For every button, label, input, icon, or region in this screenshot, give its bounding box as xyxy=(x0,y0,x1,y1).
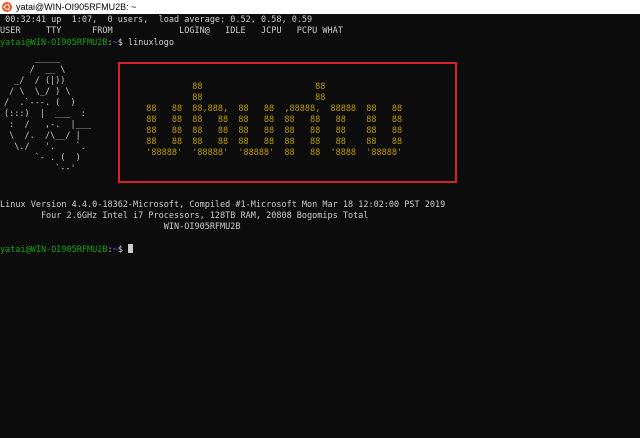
logo-art-line: 88 88 88 88 88 88 88 88 88 88 88 xyxy=(136,137,403,147)
penguin-art-line: / \ \_/ ) \ xyxy=(4,87,71,97)
w-header-line: USER TTY FROM LOGIN@ IDLE JCPU PCPU WHAT xyxy=(0,26,343,36)
prompt-symbol: $ xyxy=(117,245,123,255)
ubuntu-icon xyxy=(2,2,12,12)
uptime-line: 00:32:41 up 1:07, 0 users, load average:… xyxy=(0,15,313,25)
penguin-art-line: `--' xyxy=(4,164,76,174)
window-title: yatai@WIN-OI905RFMU2B: ~ xyxy=(16,2,137,12)
text-cursor xyxy=(127,244,133,253)
prompt-symbol: $ xyxy=(117,38,123,48)
active-prompt-line[interactable]: yatai@WIN-OI905RFMU2B:~$ xyxy=(0,244,133,256)
prompt-user: yatai@WIN-OI905RFMU2B xyxy=(0,38,108,48)
command-text: linuxlogo xyxy=(127,38,175,48)
penguin-art-line: `- . ( ) xyxy=(4,153,81,163)
penguin-art-line: _/ / (|)) xyxy=(4,76,66,86)
window-titlebar[interactable]: yatai@WIN-OI905RFMU2B: ~ xyxy=(0,0,640,14)
command-prompt-line: yatai@WIN-OI905RFMU2B:~$ linuxlogo xyxy=(0,38,174,49)
prompt-user: yatai@WIN-OI905RFMU2B xyxy=(0,245,108,255)
logo-art-line: 88 88 88,888, 88 88 ,88888, 88888 88 88 xyxy=(136,104,403,114)
system-info-line: Linux Version 4.4.0-18362-Microsoft, Com… xyxy=(0,200,446,210)
penguin-art-line: _____ xyxy=(4,54,61,64)
penguin-art-line: : / ,-. |___ xyxy=(4,120,91,130)
system-info-line: WIN-OI905RFMU2B xyxy=(0,222,241,232)
logo-art-line: 88 88 xyxy=(136,82,326,92)
penguin-art-line: / __ \ xyxy=(4,65,66,75)
logo-art-line: '88888' '88888' '88888' 88 88 '8888 '888… xyxy=(136,148,403,158)
penguin-art-line: \ /. /\__/ | xyxy=(4,131,81,141)
terminal-area[interactable]: 00:32:41 up 1:07, 0 users, load average:… xyxy=(0,14,640,438)
logo-art-line: 88 88 88 88 88 88 88 88 88 88 88 xyxy=(136,115,403,125)
penguin-art-line: (:::) | ___ : xyxy=(4,109,86,119)
logo-art-line: 88 88 88 88 88 88 88 88 88 88 88 xyxy=(136,126,403,136)
penguin-art-line: / .`---. ( ) xyxy=(4,98,76,108)
logo-art-line: 88 88 xyxy=(136,93,326,103)
penguin-art-line: \./ '. `. xyxy=(4,142,86,152)
system-info-line: Four 2.6GHz Intel i7 Processors, 128TB R… xyxy=(0,211,369,221)
